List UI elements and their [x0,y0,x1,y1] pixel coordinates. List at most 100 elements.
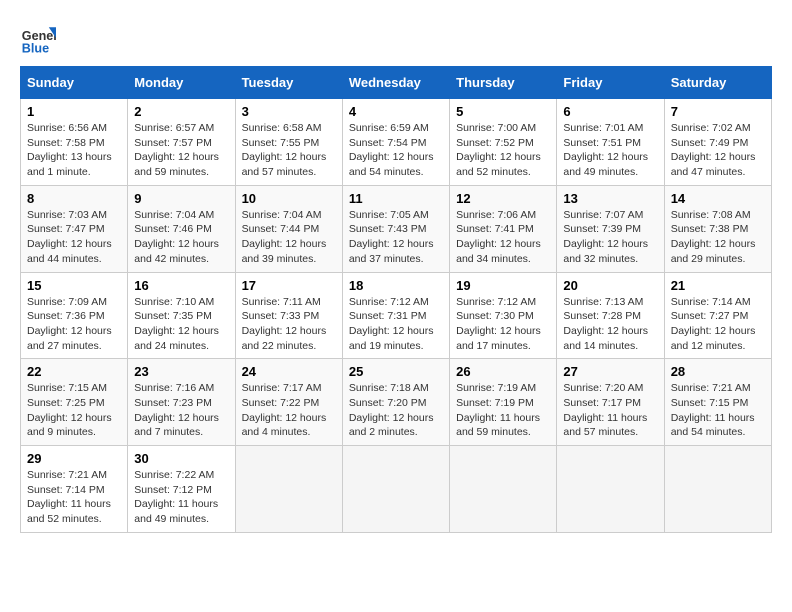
calendar-day: 30 Sunrise: 7:22 AM Sunset: 7:12 PM Dayli… [128,446,235,533]
calendar-day: 18 Sunrise: 7:12 AM Sunset: 7:31 PM Dayli… [342,272,449,359]
day-info: Sunrise: 7:08 AM Sunset: 7:38 PM Dayligh… [671,208,765,267]
calendar-week-5: 29 Sunrise: 7:21 AM Sunset: 7:14 PM Dayli… [21,446,772,533]
day-number: 22 [27,364,121,379]
day-number: 15 [27,278,121,293]
calendar-day [342,446,449,533]
calendar-day [450,446,557,533]
calendar-day: 16 Sunrise: 7:10 AM Sunset: 7:35 PM Dayli… [128,272,235,359]
page-header: General Blue [20,20,772,56]
day-number: 3 [242,104,336,119]
calendar-day: 5 Sunrise: 7:00 AM Sunset: 7:52 PM Daylig… [450,99,557,186]
weekday-header-thursday: Thursday [450,67,557,99]
calendar-day: 4Sunrise: 6:59 AM Sunset: 7:54 PM Daylig… [342,99,449,186]
day-info: Sunrise: 7:21 AM Sunset: 7:15 PM Dayligh… [671,381,765,440]
weekday-header-saturday: Saturday [664,67,771,99]
day-number: 16 [134,278,228,293]
day-number: 5 [456,104,550,119]
weekday-header-friday: Friday [557,67,664,99]
day-number: 19 [456,278,550,293]
calendar-day: 9 Sunrise: 7:04 AM Sunset: 7:46 PM Daylig… [128,185,235,272]
day-info: Sunrise: 7:11 AM Sunset: 7:33 PM Dayligh… [242,295,336,354]
day-info: Sunrise: 7:15 AM Sunset: 7:25 PM Dayligh… [27,381,121,440]
day-number: 26 [456,364,550,379]
calendar-week-3: 15 Sunrise: 7:09 AM Sunset: 7:36 PM Dayli… [21,272,772,359]
day-number: 9 [134,191,228,206]
calendar-day [664,446,771,533]
day-info: Sunrise: 7:19 AM Sunset: 7:19 PM Dayligh… [456,381,550,440]
calendar-day: 10 Sunrise: 7:04 AM Sunset: 7:44 PM Dayli… [235,185,342,272]
calendar-day: 22 Sunrise: 7:15 AM Sunset: 7:25 PM Dayli… [21,359,128,446]
calendar-day: 27Sunrise: 7:20 AM Sunset: 7:17 PM Dayli… [557,359,664,446]
calendar-day: 11 Sunrise: 7:05 AM Sunset: 7:43 PM Dayli… [342,185,449,272]
day-number: 21 [671,278,765,293]
calendar-day: 14 Sunrise: 7:08 AM Sunset: 7:38 PM Dayli… [664,185,771,272]
day-info: Sunrise: 7:05 AM Sunset: 7:43 PM Dayligh… [349,208,443,267]
calendar-day: 19 Sunrise: 7:12 AM Sunset: 7:30 PM Dayli… [450,272,557,359]
day-info: Sunrise: 6:58 AM Sunset: 7:55 PM Dayligh… [242,121,336,180]
day-info: Sunrise: 7:13 AM Sunset: 7:28 PM Dayligh… [563,295,657,354]
day-number: 20 [563,278,657,293]
day-number: 11 [349,191,443,206]
day-info: Sunrise: 7:17 AM Sunset: 7:22 PM Dayligh… [242,381,336,440]
day-info: Sunrise: 7:21 AM Sunset: 7:14 PM Dayligh… [27,468,121,527]
day-info: Sunrise: 7:22 AM Sunset: 7:12 PM Dayligh… [134,468,228,527]
day-info: Sunrise: 7:00 AM Sunset: 7:52 PM Dayligh… [456,121,550,180]
day-info: Sunrise: 7:12 AM Sunset: 7:31 PM Dayligh… [349,295,443,354]
weekday-header-monday: Monday [128,67,235,99]
day-info: Sunrise: 7:01 AM Sunset: 7:51 PM Dayligh… [563,121,657,180]
svg-text:Blue: Blue [22,41,49,55]
calendar-day: 8Sunrise: 7:03 AM Sunset: 7:47 PM Daylig… [21,185,128,272]
logo-icon: General Blue [20,20,56,56]
calendar-day: 12Sunrise: 7:06 AM Sunset: 7:41 PM Dayli… [450,185,557,272]
day-number: 7 [671,104,765,119]
day-info: Sunrise: 7:18 AM Sunset: 7:20 PM Dayligh… [349,381,443,440]
calendar-day: 29 Sunrise: 7:21 AM Sunset: 7:14 PM Dayli… [21,446,128,533]
calendar-day: 17 Sunrise: 7:11 AM Sunset: 7:33 PM Dayli… [235,272,342,359]
day-info: Sunrise: 7:04 AM Sunset: 7:44 PM Dayligh… [242,208,336,267]
day-number: 12 [456,191,550,206]
day-number: 29 [27,451,121,466]
calendar-day: 13 Sunrise: 7:07 AM Sunset: 7:39 PM Dayli… [557,185,664,272]
day-number: 2 [134,104,228,119]
day-number: 13 [563,191,657,206]
calendar-day: 26 Sunrise: 7:19 AM Sunset: 7:19 PM Dayli… [450,359,557,446]
calendar-day: 20 Sunrise: 7:13 AM Sunset: 7:28 PM Dayli… [557,272,664,359]
day-number: 8 [27,191,121,206]
calendar-header-row: SundayMondayTuesdayWednesdayThursdayFrid… [21,67,772,99]
calendar-day: 3 Sunrise: 6:58 AM Sunset: 7:55 PM Daylig… [235,99,342,186]
weekday-header-tuesday: Tuesday [235,67,342,99]
day-number: 18 [349,278,443,293]
calendar-day: 24 Sunrise: 7:17 AM Sunset: 7:22 PM Dayli… [235,359,342,446]
day-number: 24 [242,364,336,379]
calendar-day [557,446,664,533]
day-info: Sunrise: 7:02 AM Sunset: 7:49 PM Dayligh… [671,121,765,180]
calendar-day: 1Sunrise: 6:56 AM Sunset: 7:58 PM Daylig… [21,99,128,186]
day-info: Sunrise: 7:14 AM Sunset: 7:27 PM Dayligh… [671,295,765,354]
calendar-day: 2 Sunrise: 6:57 AM Sunset: 7:57 PM Daylig… [128,99,235,186]
day-info: Sunrise: 7:07 AM Sunset: 7:39 PM Dayligh… [563,208,657,267]
calendar-week-4: 22 Sunrise: 7:15 AM Sunset: 7:25 PM Dayli… [21,359,772,446]
calendar-day: 15 Sunrise: 7:09 AM Sunset: 7:36 PM Dayli… [21,272,128,359]
day-info: Sunrise: 7:04 AM Sunset: 7:46 PM Dayligh… [134,208,228,267]
day-info: Sunrise: 7:09 AM Sunset: 7:36 PM Dayligh… [27,295,121,354]
calendar-day: 7 Sunrise: 7:02 AM Sunset: 7:49 PM Daylig… [664,99,771,186]
day-info: Sunrise: 7:10 AM Sunset: 7:35 PM Dayligh… [134,295,228,354]
day-number: 23 [134,364,228,379]
day-info: Sunrise: 6:57 AM Sunset: 7:57 PM Dayligh… [134,121,228,180]
calendar-week-2: 8Sunrise: 7:03 AM Sunset: 7:47 PM Daylig… [21,185,772,272]
day-info: Sunrise: 6:59 AM Sunset: 7:54 PM Dayligh… [349,121,443,180]
calendar-day [235,446,342,533]
day-number: 25 [349,364,443,379]
day-number: 1 [27,104,121,119]
day-number: 14 [671,191,765,206]
day-number: 27 [563,364,657,379]
day-number: 10 [242,191,336,206]
calendar-day: 21 Sunrise: 7:14 AM Sunset: 7:27 PM Dayli… [664,272,771,359]
day-info: Sunrise: 7:16 AM Sunset: 7:23 PM Dayligh… [134,381,228,440]
day-info: Sunrise: 7:12 AM Sunset: 7:30 PM Dayligh… [456,295,550,354]
day-number: 30 [134,451,228,466]
day-number: 6 [563,104,657,119]
day-number: 28 [671,364,765,379]
day-number: 17 [242,278,336,293]
weekday-header-sunday: Sunday [21,67,128,99]
